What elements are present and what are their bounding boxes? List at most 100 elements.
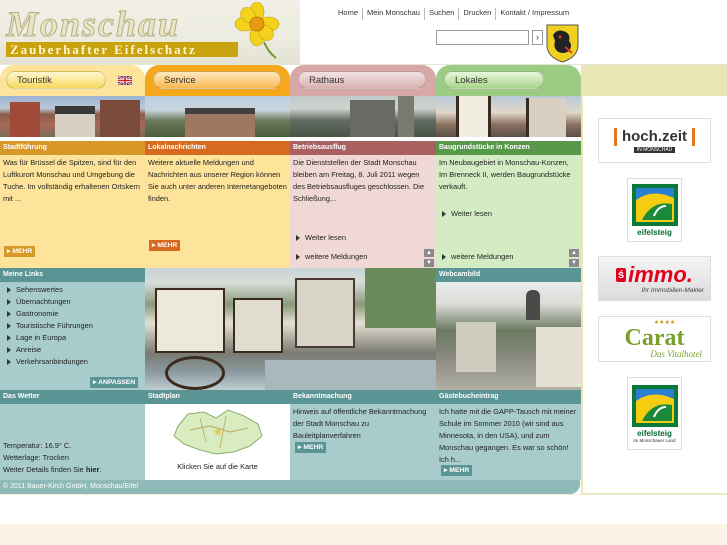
touristik-mehr-label: MEHR — [12, 248, 33, 255]
lokales-section-heading[interactable]: Baugrundstücke in Konzen — [436, 141, 581, 155]
link-verkehr[interactable]: Verkehrsanbindungen — [7, 356, 93, 368]
weather-more-suffix: . — [99, 465, 102, 474]
weather-details-link[interactable]: hier — [86, 465, 100, 474]
bekanntmachung-heading: Bekanntmachung — [290, 390, 436, 404]
rathaus-section-heading[interactable]: Betriebsausflug — [290, 141, 436, 155]
link-gastronomie[interactable]: Gastronomie — [7, 308, 93, 320]
lokales-weiter-lesen-link[interactable]: Weiter lesen — [442, 208, 513, 220]
coat-of-arms-icon — [546, 24, 579, 63]
scroll-up-icon[interactable]: ▲ — [569, 249, 579, 257]
bekanntmachung-mehr-label: MEHR — [303, 444, 324, 451]
eifelsteig-logo-icon — [631, 183, 678, 226]
ad-immo[interactable]: ś immo. Ihr Immobilien-Makler — [598, 256, 711, 301]
page: Monschau Zauberhafter Eifelschatz Home M… — [0, 0, 727, 545]
ad-hochzeit-title: hoch.zeit — [613, 128, 695, 146]
footer-copyright: © 2011 Bauer-Kirch GmbH, Monschau/Eifel — [0, 480, 580, 494]
service-mehr-label: MEHR — [157, 242, 178, 249]
topnav-mein-monschau[interactable]: Mein Monschau — [362, 8, 424, 20]
link-uebernachtungen[interactable]: Übernachtungen — [7, 296, 93, 308]
lokales-weitere-meldungen-link[interactable]: weitere Meldungen — [442, 251, 513, 263]
topnav-suchen[interactable]: Suchen — [423, 8, 458, 20]
logo-banner[interactable]: Monschau Zauberhafter Eifelschatz — [0, 0, 300, 64]
topnav-kontakt[interactable]: Kontakt / Impressum — [495, 8, 573, 20]
scroll-down-icon[interactable]: ▼ — [569, 259, 579, 267]
rathaus-scroller[interactable]: ▲ ▼ — [424, 249, 434, 267]
service-panel: Weitere aktuelle Meldungen und Nachricht… — [145, 155, 290, 268]
lokales-photo — [436, 96, 581, 137]
touristik-mehr-button[interactable]: ▸ MEHR — [4, 246, 36, 257]
monschau-main-photo — [145, 268, 436, 390]
lokales-scroller[interactable]: ▲ ▼ — [569, 249, 579, 267]
weather-more: Weiter Details finden Sie hier. — [3, 464, 101, 476]
top-navigation: Home Mein Monschau Suchen Drucken Kontak… — [334, 8, 573, 20]
tab-lokales[interactable]: Lokales — [444, 71, 544, 89]
lokales-links: Weiter lesen weitere Meldungen — [442, 208, 513, 263]
bekanntmachung-text: Hinweis auf öffentliche Bekanntmachung d… — [293, 407, 427, 440]
links-list: Sehenswertes Übernachtungen Gastronomie … — [7, 284, 93, 368]
weather-more-text: Weiter Details finden Sie — [3, 465, 86, 474]
weather-heading: Das Wetter — [0, 390, 145, 404]
ad-carat[interactable]: ★★★★ Carat Das Vitalhotel — [598, 316, 711, 362]
link-anreise[interactable]: Anreise — [7, 344, 93, 356]
link-sehenswertes[interactable]: Sehenswertes — [7, 284, 93, 296]
rathaus-text: Die Dienststellen der Stadt Monschau ble… — [293, 158, 425, 203]
guestbook-mehr-label: MEHR — [449, 467, 470, 474]
tab-service[interactable]: Service — [153, 71, 281, 89]
rathaus-weiter-lesen-link[interactable]: Weiter lesen — [296, 232, 367, 244]
ad-immo-title: immo. — [628, 262, 693, 287]
stadtplan-caption[interactable]: Klicken Sie auf die Karte — [145, 462, 290, 471]
logo-title: Monschau — [5, 4, 181, 45]
webcam-image[interactable] — [436, 282, 581, 390]
bottom-strip — [0, 524, 727, 545]
weather-state: Wetterlage: Trocken — [3, 453, 69, 462]
webcam-heading: Webcambild — [436, 268, 581, 282]
topnav-drucken[interactable]: Drucken — [458, 8, 495, 20]
touristik-photo — [0, 96, 145, 137]
touristik-text: Was für Brüssel die Spitzen, sind für de… — [3, 158, 140, 203]
guestbook-text: Ich hatte mit die GAPP-Tausch mit meiner… — [439, 407, 577, 464]
link-lage[interactable]: Lage in Europa — [7, 332, 93, 344]
ad-hochzeit-sub: IN MONSCHAU — [633, 147, 676, 153]
ad-eifelsteig-monschau[interactable]: eifelsteig im Monschauer Land — [627, 377, 682, 450]
search-input[interactable] — [436, 30, 529, 45]
scroll-up-icon[interactable]: ▲ — [424, 249, 434, 257]
rathaus-photo — [290, 96, 436, 137]
anpassen-label: ANPASSEN — [98, 379, 136, 386]
links-heading: Meine Links — [0, 268, 145, 282]
stadtplan-heading: Stadtplan — [145, 390, 290, 404]
touristik-section-heading[interactable]: Stadtführung — [0, 141, 145, 155]
ad-hochzeit[interactable]: hoch.zeit IN MONSCHAU — [598, 118, 711, 163]
logo-subtitle: Zauberhafter Eifelschatz — [6, 42, 238, 57]
lokales-text: Im Neubaugebiet in Monschau-Konzen, Im B… — [439, 158, 571, 191]
weather-temperature: Temperatur: 16.9° C. — [3, 441, 72, 450]
tab-touristik[interactable]: Touristik — [6, 71, 106, 89]
city-map-icon[interactable] — [170, 406, 268, 458]
sparkasse-icon: ś — [616, 268, 627, 282]
service-mehr-button[interactable]: ▸ MEHR — [149, 240, 181, 251]
guestbook-heading: Gästebucheintrag — [436, 390, 581, 404]
topnav-home[interactable]: Home — [334, 8, 362, 20]
ad-carat-title: Carat — [624, 324, 685, 351]
guestbook-mehr-button[interactable]: ▸ MEHR — [441, 465, 473, 476]
english-flag-icon[interactable] — [118, 76, 132, 85]
ad-eifelsteig2-label: eifelsteig — [637, 428, 672, 438]
link-fuehrungen[interactable]: Touristische Führungen — [7, 320, 93, 332]
service-section-heading[interactable]: Lokalnachrichten — [145, 141, 290, 155]
ad-immo-sub: Ihr Immobilien-Makler — [641, 287, 705, 294]
ad-carat-sub: Das Vitalhotel — [650, 348, 702, 359]
rathaus-weitere-meldungen-link[interactable]: weitere Meldungen — [296, 251, 367, 263]
rathaus-links: Weiter lesen weitere Meldungen — [296, 232, 367, 263]
weather-info: Temperatur: 16.9° C. Wetterlage: Trocken… — [3, 440, 101, 476]
ad-eifelsteig[interactable]: eifelsteig — [627, 178, 682, 242]
daffodil-icon — [234, 2, 280, 59]
anpassen-button[interactable]: ▸ ANPASSEN — [90, 377, 139, 388]
service-text: Weitere aktuelle Meldungen und Nachricht… — [148, 158, 287, 203]
ad-eifelsteig-label: eifelsteig — [637, 227, 672, 237]
scroll-down-icon[interactable]: ▼ — [424, 259, 434, 267]
service-photo — [145, 96, 290, 137]
ad-eifelsteig2-sub: im Monschauer Land — [633, 437, 676, 443]
bekanntmachung-mehr-button[interactable]: ▸ MEHR — [295, 442, 327, 453]
bottom-band — [0, 494, 727, 524]
search-button[interactable]: › — [532, 30, 543, 45]
tab-rathaus[interactable]: Rathaus — [298, 71, 426, 89]
